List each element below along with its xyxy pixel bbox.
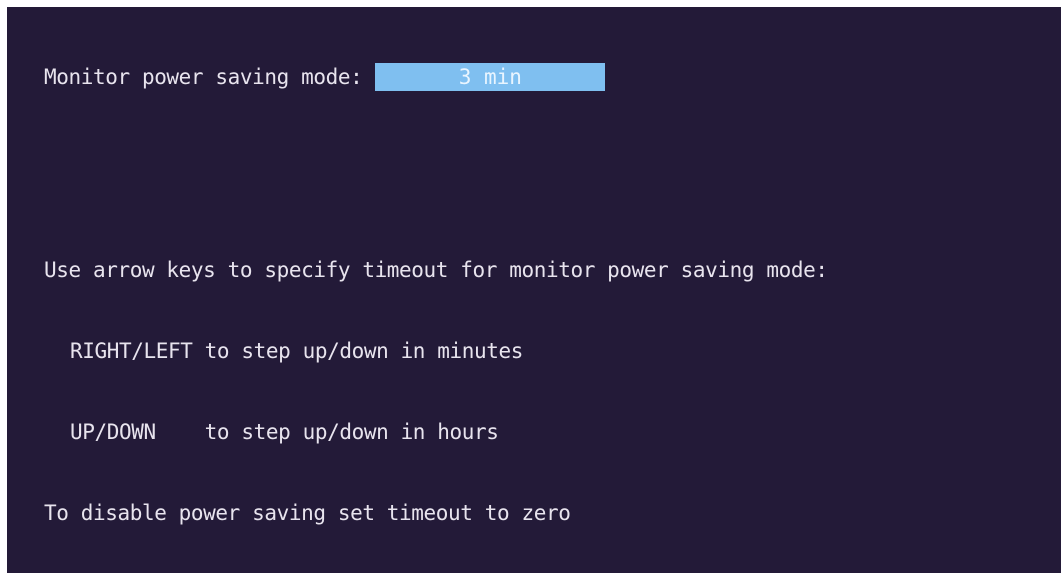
help-line-right-left: RIGHT/LEFT to step up/down in minutes	[70, 339, 523, 363]
help-line-up-down: UP/DOWN to step up/down in hours	[70, 420, 499, 444]
help-line-arrow-keys: Use arrow keys to specify timeout for mo…	[44, 258, 828, 282]
help-line-disable: To disable power saving set timeout to z…	[44, 501, 571, 525]
help-instructions: Use arrow keys to specify timeout for mo…	[44, 203, 828, 573]
bios-setup-screen: Monitor power saving mode: 3 min Use arr…	[7, 7, 1061, 573]
monitor-power-saving-label: Monitor power saving mode:	[44, 65, 363, 89]
monitor-power-saving-setting: Monitor power saving mode: 3 min	[44, 63, 606, 91]
timeout-value-field[interactable]: 3 min	[375, 63, 606, 91]
